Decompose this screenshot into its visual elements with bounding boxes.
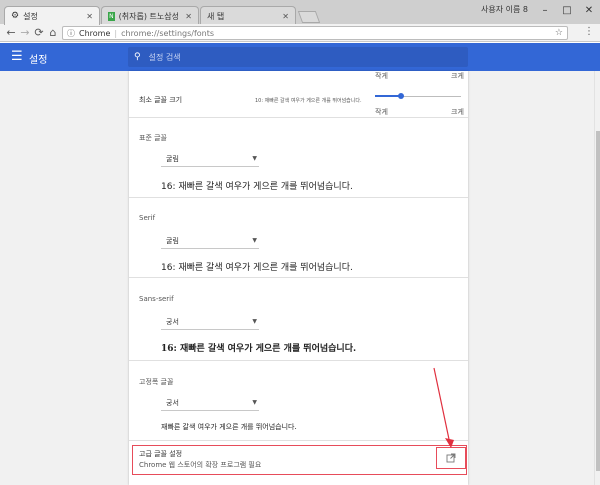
min-font-sample: 10: 재빠른 갈색 여우가 게으른 개를 뛰어넘습니다. <box>255 98 362 104</box>
fixed-font-sample: 재빠른 갈색 여우가 게으른 개를 뛰어넘습니다. <box>161 423 297 431</box>
sans-serif-font-sample: 16: 재빠른 갈색 여우가 게으른 개를 뛰어넘습니다. <box>161 344 357 354</box>
tab-label: (취자롭) 트노삼성 대리점 <box>118 11 182 21</box>
fixed-font-title: 고정폭 글꼴 <box>139 378 174 386</box>
title-bar: ⚙ 설정 ✕ N (취자롭) 트노삼성 대리점 ✕ 새 탭 ✕ 사용자 이름 8… <box>0 0 600 25</box>
separator: | <box>114 28 118 38</box>
min-slider-max-label: 크게 <box>451 108 464 116</box>
caret-down-icon: ▼ <box>252 399 257 406</box>
back-icon[interactable]: ← <box>4 26 18 39</box>
reload-icon[interactable]: ⟳ <box>32 26 46 39</box>
user-profile-label[interactable]: 사용자 이름 8 <box>481 4 528 15</box>
slider-thumb[interactable] <box>398 93 404 99</box>
tab-label: 설정 <box>23 11 38 21</box>
serif-font-sample: 16: 재빠른 갈색 여우가 게으른 개를 뛰어넘습니다. <box>161 263 353 273</box>
divider <box>129 277 468 278</box>
caret-down-icon: ▼ <box>252 318 257 325</box>
open-external-button[interactable] <box>436 447 466 469</box>
standard-font-title: 표준 글꼴 <box>139 134 167 142</box>
scrollbar-thumb[interactable] <box>596 131 600 471</box>
tab-dealer[interactable]: N (취자롭) 트노삼성 대리점 ✕ <box>101 6 199 25</box>
close-icon[interactable]: ✕ <box>86 12 93 21</box>
site-favicon-icon: N <box>108 11 115 21</box>
settings-header: ☰ 설정 ⚲ 설정 검색 <box>0 43 600 71</box>
page-scrollbar[interactable] <box>594 71 600 485</box>
sans-serif-font-select[interactable]: 궁서 ▼ <box>161 315 259 330</box>
caret-down-icon: ▼ <box>252 237 257 244</box>
divider <box>129 440 468 441</box>
divider <box>129 197 468 198</box>
page-title: 설정 <box>29 55 48 66</box>
min-slider-min-label: 작게 <box>375 108 388 116</box>
standard-font-select[interactable]: 굴림 ▼ <box>161 152 259 167</box>
caret-down-icon: ▼ <box>252 155 257 162</box>
minimize-icon[interactable]: – <box>534 0 556 20</box>
divider <box>129 360 468 361</box>
tab-label: 새 탭 <box>207 11 225 21</box>
external-link-icon <box>446 453 456 463</box>
standard-font-sample: 16: 재빠른 갈색 여우가 게으른 개를 뛰어넘습니다. <box>161 182 353 192</box>
secure-label: Chrome <box>79 28 111 38</box>
bookmark-star-icon[interactable]: ☆ <box>555 28 563 38</box>
gear-icon: ⚙ <box>11 11 20 21</box>
font-size-slider-min-label: 작게 <box>375 72 388 80</box>
maximize-icon[interactable]: □ <box>556 0 578 20</box>
advanced-font-settings-row[interactable] <box>132 445 467 475</box>
more-menu-icon[interactable]: ⋮ <box>582 26 596 37</box>
sans-serif-font-title: Sans-serif <box>139 295 174 303</box>
fonts-card: 작게 크게 최소 글꼴 크기 10: 재빠른 갈색 여우가 게으른 개를 뛰어넘… <box>129 71 468 485</box>
fixed-font-select[interactable]: 궁서 ▼ <box>161 396 259 411</box>
selected-font: 굴림 <box>166 155 179 163</box>
min-font-size-label: 최소 글꼴 크기 <box>139 96 183 104</box>
browser-toolbar: ← → ⟳ ⌂ ⓘ Chrome | chrome://settings/fon… <box>0 24 600 42</box>
serif-font-select[interactable]: 굴림 ▼ <box>161 234 259 249</box>
tab-settings[interactable]: ⚙ 설정 ✕ <box>4 6 100 25</box>
url-text: chrome://settings/fonts <box>121 28 215 38</box>
serif-font-title: Serif <box>139 214 156 222</box>
close-window-icon[interactable]: ✕ <box>578 0 600 20</box>
home-icon[interactable]: ⌂ <box>46 26 60 39</box>
font-size-slider-max-label: 크게 <box>451 72 464 80</box>
forward-icon[interactable]: → <box>18 26 32 39</box>
tab-new[interactable]: 새 탭 ✕ <box>200 6 296 25</box>
divider <box>129 117 468 118</box>
address-bar[interactable]: ⓘ Chrome | chrome://settings/fonts ☆ <box>62 26 568 40</box>
close-icon[interactable]: ✕ <box>282 12 289 21</box>
hamburger-menu-icon[interactable]: ☰ <box>11 49 23 64</box>
settings-search-input[interactable]: ⚲ 설정 검색 <box>128 47 468 67</box>
selected-font: 궁서 <box>166 399 179 407</box>
selected-font: 굴림 <box>166 237 179 245</box>
chrome-info-icon: ⓘ <box>67 28 75 38</box>
min-font-size-slider[interactable] <box>375 91 461 103</box>
search-placeholder: 설정 검색 <box>148 52 181 62</box>
search-icon: ⚲ <box>134 52 141 62</box>
new-tab-button[interactable] <box>297 11 321 23</box>
selected-font: 궁서 <box>166 318 179 326</box>
close-icon[interactable]: ✕ <box>185 12 192 21</box>
